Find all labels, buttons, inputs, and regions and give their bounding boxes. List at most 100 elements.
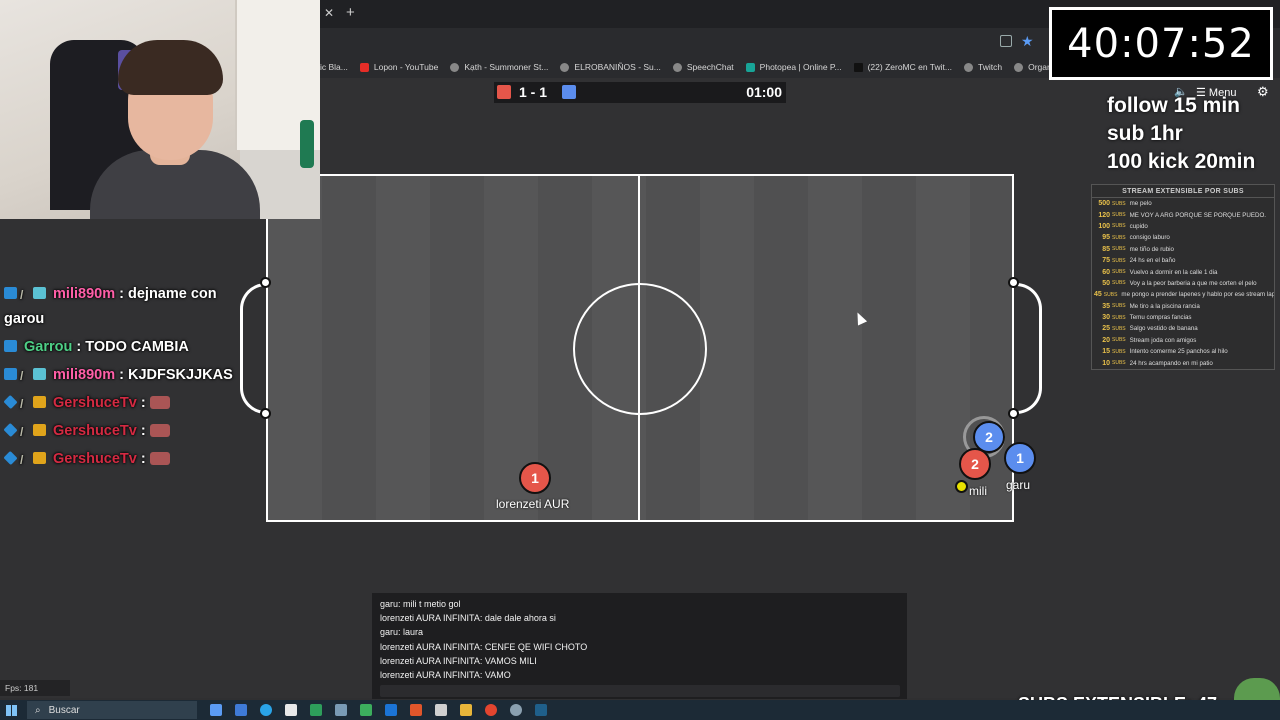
steam-icon[interactable] — [535, 704, 547, 716]
subs-goal-row: 95 SUBS consigo laburo — [1092, 232, 1274, 243]
subs-goal-text: Vuelvo a dormir en la calle 1 dia — [1129, 268, 1218, 276]
photopea-icon — [745, 62, 755, 72]
x-icon — [853, 62, 863, 72]
follow-rewards: follow 15 min sub 1hr 100 kick 20min — [1107, 92, 1255, 176]
subs-goal-count: 500 — [1098, 200, 1110, 208]
sword-badge-icon: / — [20, 397, 24, 411]
chat-message: / mili890m : KJDFSKJJKAS — [4, 363, 254, 388]
windows-start-icon[interactable] — [6, 704, 17, 716]
player-disc: 2 — [959, 448, 991, 480]
chat-text: : — [140, 423, 146, 439]
player-name: garu — [1006, 478, 1031, 492]
subs-goal-text: 24 hs en el baño — [1129, 257, 1176, 265]
new-tab-icon[interactable]: + — [346, 4, 355, 21]
app-icon[interactable] — [360, 704, 372, 716]
blue-team-color — [562, 85, 576, 99]
chrome-icon[interactable] — [485, 704, 497, 716]
subs-goal-unit: SUBS — [1112, 200, 1126, 207]
goal-post — [260, 277, 271, 288]
link-icon — [1014, 62, 1024, 72]
subs-goal-unit: SUBS — [1112, 246, 1126, 253]
bookmark-item[interactable]: Twitch — [964, 62, 1002, 72]
subs-goal-unit: SUBS — [1112, 303, 1126, 310]
app-icon[interactable] — [385, 704, 397, 716]
search-icon: ⌕ — [35, 704, 41, 716]
subs-goal-unit: SUBS — [1112, 360, 1126, 367]
subs-goal-row: 50 SUBS Voy a la peor barberia a que me co… — [1092, 278, 1274, 289]
subs-goal-unit: SUBS — [1112, 337, 1126, 344]
chat-text: : KJDFSKJJKAS — [119, 367, 233, 383]
bookmark-item[interactable]: Photopea | Online P... — [745, 62, 842, 72]
search-label: Buscar — [48, 704, 80, 716]
app-icon[interactable] — [335, 704, 347, 716]
subs-goal-unit: SUBS — [1112, 212, 1126, 219]
goal-post — [260, 408, 271, 419]
app-icon[interactable] — [510, 704, 522, 716]
youtube-icon — [359, 62, 369, 72]
subs-goal-row: 20 SUBS Stream joda con amigos — [1092, 335, 1274, 346]
bookmark-star-icon[interactable]: ★ — [1021, 33, 1034, 50]
chat-username[interactable]: mili890m — [53, 286, 115, 302]
subs-goals-panel: STREAM EXTENSIBLE POR SUBS 500 SUBS me pel… — [1091, 184, 1275, 370]
game-chat-panel: garu: mili t metio gol lorenzeti AURA IN… — [372, 593, 907, 699]
player-disc: 1 — [1004, 442, 1036, 474]
chat-message: / GershuceTv : — [3, 447, 254, 472]
taskbar: ⌕ Buscar — [0, 700, 1280, 720]
gem-badge-icon — [3, 450, 18, 466]
scoreboard: 1 - 1 01:00 — [494, 82, 786, 103]
match-time: 01:00 — [746, 84, 782, 100]
subs-goal-unit: SUBS — [1103, 291, 1118, 298]
app-icon[interactable] — [235, 704, 247, 716]
translate-icon[interactable] — [1000, 35, 1012, 47]
subs-goal-unit: SUBS — [1112, 269, 1126, 276]
app-icon[interactable] — [285, 704, 297, 716]
ball — [955, 480, 968, 493]
emote-icon — [149, 424, 170, 437]
goal-post — [1008, 277, 1019, 288]
red-team-color — [497, 85, 511, 99]
close-tab-icon[interactable]: ✕ — [324, 6, 334, 20]
edge-icon[interactable] — [260, 704, 272, 716]
sword-badge-icon: / — [20, 288, 24, 302]
task-view-icon[interactable] — [210, 704, 222, 716]
subs-goal-count: 10 — [1102, 359, 1110, 367]
webcam-feed — [0, 0, 320, 219]
gear-icon[interactable]: ⚙ — [1257, 84, 1269, 100]
bookmark-item[interactable]: ELROBANIÑOS - Su... — [560, 62, 661, 72]
file-explorer-icon[interactable] — [460, 704, 472, 716]
emote-icon — [149, 452, 170, 465]
taskbar-search[interactable]: ⌕ Buscar — [27, 701, 197, 719]
game-chat-line: lorenzeti AURA INFINITA: dale dale ahora… — [380, 613, 556, 624]
sword-badge-icon: / — [20, 425, 24, 439]
crown-badge-icon — [33, 452, 46, 464]
chat-username[interactable]: Garrou — [24, 339, 72, 355]
game-chat-input[interactable] — [380, 685, 900, 697]
subs-goal-text: Temu compras fancias — [1129, 314, 1192, 322]
bookmark-item[interactable]: ic Bla... — [320, 62, 348, 72]
bookmark-item[interactable]: SpeechChat — [672, 62, 734, 72]
app-icon[interactable] — [310, 704, 322, 716]
chat-username[interactable]: mili890m — [53, 367, 115, 383]
app-icon[interactable] — [410, 704, 422, 716]
subs-goal-text: Salgo vestido de banana — [1129, 325, 1198, 333]
prime-badge-icon — [4, 340, 17, 352]
subs-goal-unit: SUBS — [1112, 348, 1126, 355]
subs-goal-text: 24 hrs acampando en mi patio — [1129, 359, 1213, 367]
bookmark-item[interactable]: Lopon - YouTube — [359, 62, 438, 72]
prime-badge-icon — [4, 368, 17, 380]
emote-icon — [149, 396, 170, 409]
gem-badge-icon — [3, 422, 18, 438]
subs-goal-row: 500 SUBS me pelo — [1092, 198, 1274, 209]
gem-badge-icon — [3, 394, 18, 410]
chat-username[interactable]: GershuceTv — [53, 395, 137, 411]
subs-goal-count: 35 — [1102, 302, 1110, 310]
link-icon — [964, 62, 973, 72]
subs-goal-count: 100 — [1098, 222, 1110, 230]
bookmark-item[interactable]: Kạth - Summoner St... — [450, 62, 548, 72]
chat-username[interactable]: GershuceTv — [53, 451, 137, 467]
chat-username[interactable]: GershuceTv — [53, 423, 137, 439]
subs-goal-text: me pelo — [1129, 200, 1152, 208]
bookmark-item[interactable]: (22) ZeroMC en Twit... — [853, 62, 952, 72]
subs-goal-unit: SUBS — [1112, 257, 1126, 264]
app-icon[interactable] — [435, 704, 447, 716]
